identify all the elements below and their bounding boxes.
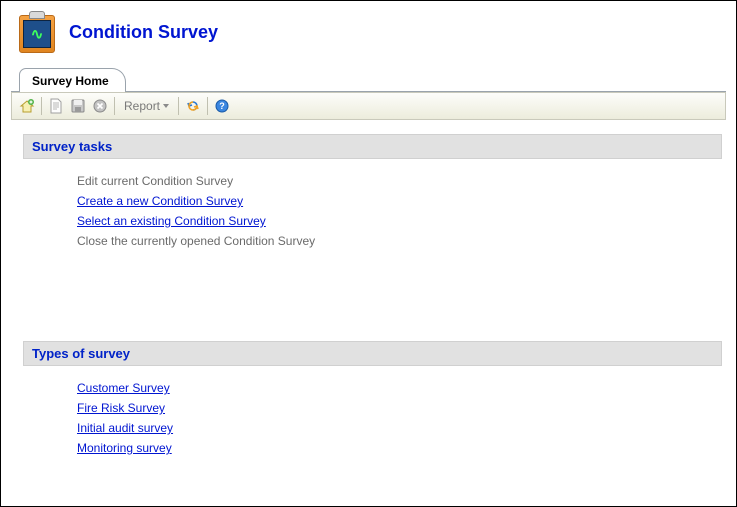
- report-dropdown[interactable]: Report: [118, 95, 175, 117]
- refresh-icon[interactable]: [182, 95, 204, 117]
- home-add-icon[interactable]: [16, 95, 38, 117]
- section-header-types: Types of survey: [23, 341, 722, 366]
- content-area: Survey tasks Edit current Condition Surv…: [23, 134, 722, 464]
- section-header-tasks: Survey tasks: [23, 134, 722, 159]
- clipboard-survey-icon: ∿: [19, 11, 55, 53]
- type-customer-survey[interactable]: Customer Survey: [77, 378, 722, 398]
- report-label: Report: [124, 99, 160, 113]
- task-create-new[interactable]: Create a new Condition Survey: [77, 191, 722, 211]
- toolbar: Report ?: [11, 92, 726, 120]
- type-monitoring-survey[interactable]: Monitoring survey: [77, 438, 722, 458]
- chevron-down-icon: [163, 104, 169, 108]
- section-body-types: Customer Survey Fire Risk Survey Initial…: [23, 366, 722, 464]
- section-body-tasks: Edit current Condition Survey Create a n…: [23, 159, 722, 257]
- tab-survey-home[interactable]: Survey Home: [19, 68, 126, 92]
- task-close-current: Close the currently opened Condition Sur…: [77, 231, 722, 251]
- help-icon[interactable]: ?: [211, 95, 233, 117]
- cancel-icon[interactable]: [89, 95, 111, 117]
- task-edit-current: Edit current Condition Survey: [77, 171, 722, 191]
- page-title: Condition Survey: [69, 22, 218, 43]
- save-icon[interactable]: [67, 95, 89, 117]
- type-initial-audit-survey[interactable]: Initial audit survey: [77, 418, 722, 438]
- header: ∿ Condition Survey: [1, 1, 736, 67]
- svg-text:?: ?: [219, 101, 225, 111]
- document-icon[interactable]: [45, 95, 67, 117]
- tab-bar: Survey Home: [11, 67, 726, 92]
- task-select-existing[interactable]: Select an existing Condition Survey: [77, 211, 722, 231]
- type-fire-risk-survey[interactable]: Fire Risk Survey: [77, 398, 722, 418]
